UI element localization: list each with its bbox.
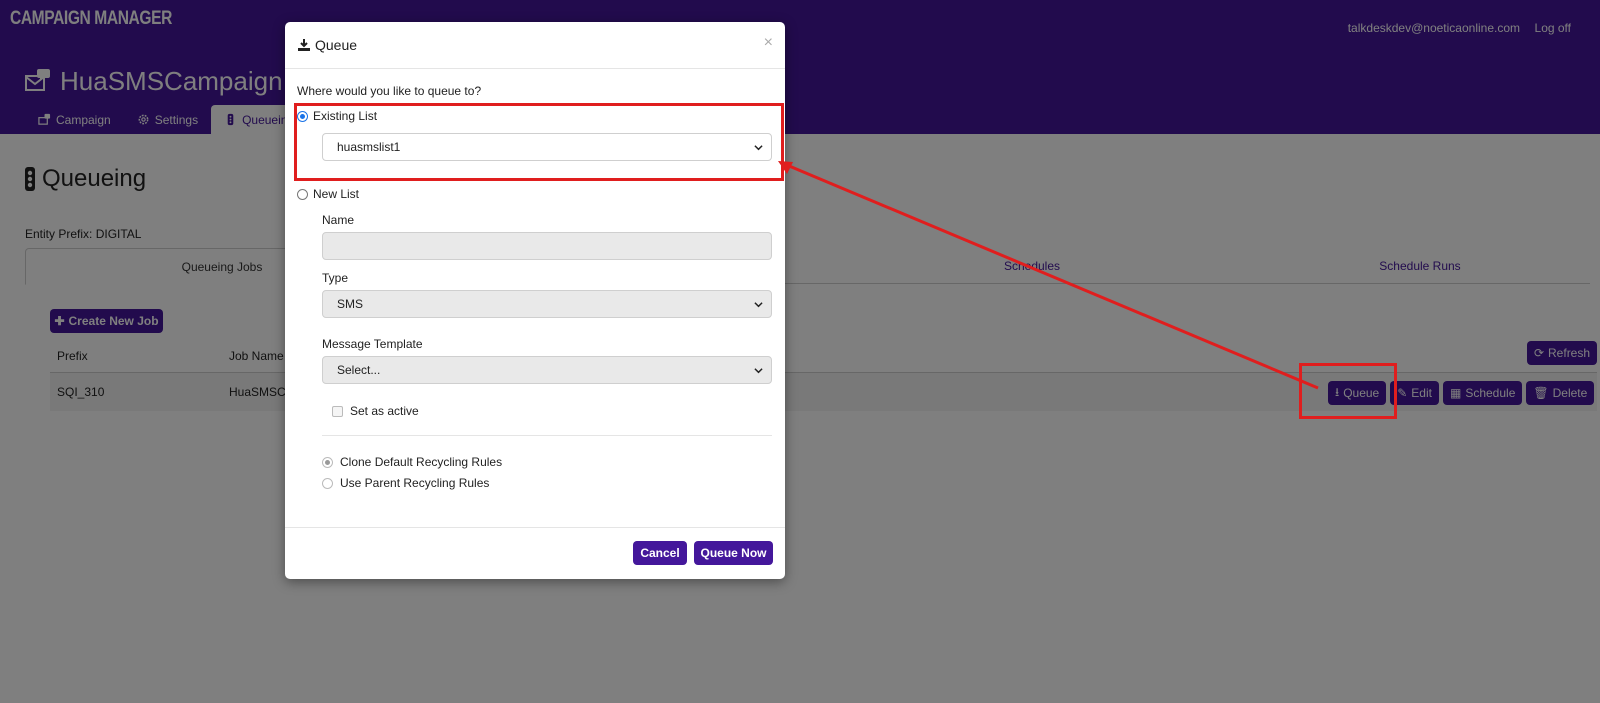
new-list-radio[interactable] xyxy=(297,188,308,200)
modal-header: Queue × xyxy=(285,22,785,69)
type-value: SMS xyxy=(337,297,364,311)
set-active-label: Set as active xyxy=(350,404,419,418)
divider xyxy=(322,435,772,436)
queue-question: Where would you like to queue to? xyxy=(297,84,482,98)
chevron-down-icon xyxy=(754,302,763,308)
type-select[interactable]: SMS xyxy=(322,290,772,318)
set-active-checkbox[interactable] xyxy=(332,405,343,417)
chevron-down-icon xyxy=(754,368,763,374)
download-icon xyxy=(298,39,310,51)
close-icon[interactable]: × xyxy=(764,34,773,52)
clone-rules-label: Clone Default Recycling Rules xyxy=(340,455,503,469)
new-list-label: New List xyxy=(313,187,360,201)
message-template-label: Message Template xyxy=(322,337,423,351)
parent-rules-option[interactable]: Use Parent Recycling Rules xyxy=(322,476,489,490)
parent-rules-label: Use Parent Recycling Rules xyxy=(340,476,490,490)
modal-title-wrap: Queue xyxy=(297,37,357,53)
name-input[interactable] xyxy=(322,232,772,260)
clone-rules-option[interactable]: Clone Default Recycling Rules xyxy=(322,455,502,469)
annotation-highlight-queue-button xyxy=(1299,363,1397,419)
message-template-value: Select... xyxy=(337,363,381,377)
annotation-highlight-existing-list xyxy=(294,103,784,181)
modal-title: Queue xyxy=(315,37,358,53)
modal-backdrop[interactable] xyxy=(0,0,1600,703)
type-label: Type xyxy=(322,271,349,285)
queue-now-button[interactable]: Queue Now xyxy=(694,541,773,565)
set-active-option[interactable]: Set as active xyxy=(332,404,419,418)
message-template-select[interactable]: Select... xyxy=(322,356,772,384)
new-list-option[interactable]: New List xyxy=(297,187,359,201)
cancel-button[interactable]: Cancel xyxy=(633,541,687,565)
name-label: Name xyxy=(322,213,355,227)
clone-rules-radio[interactable] xyxy=(322,456,333,468)
parent-rules-radio[interactable] xyxy=(322,477,333,489)
